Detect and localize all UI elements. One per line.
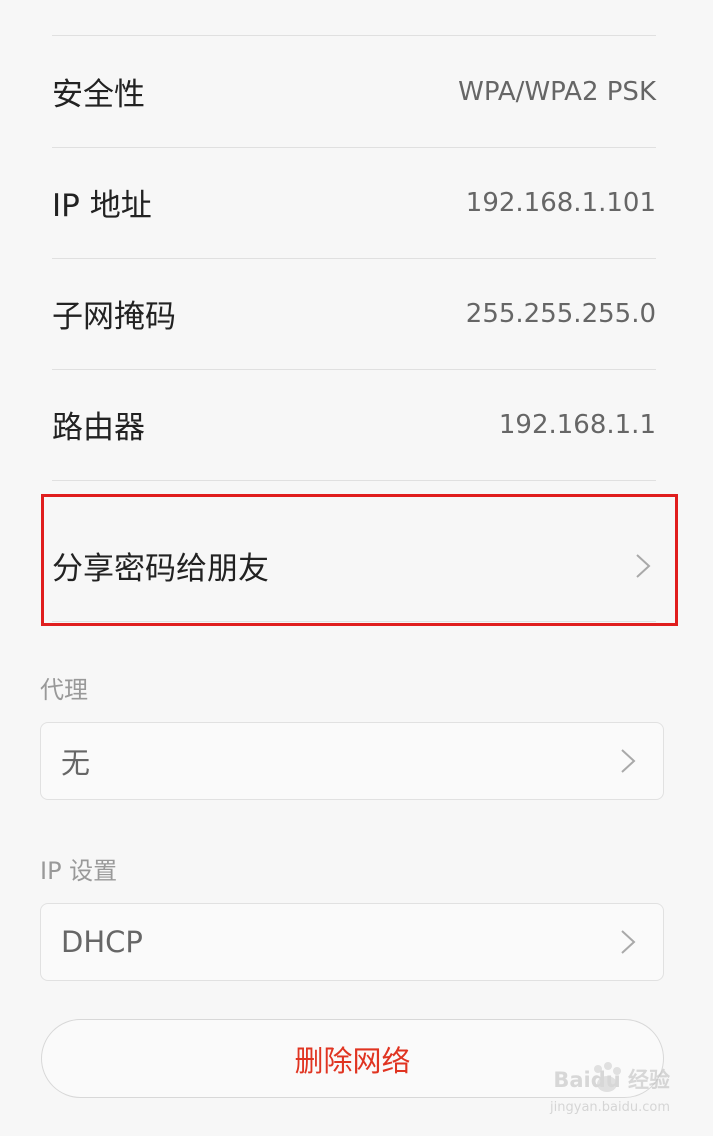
highlight-box — [41, 494, 678, 626]
ip-settings-select[interactable]: DHCP — [40, 903, 664, 981]
proxy-value: 无 — [61, 746, 91, 780]
ip-address-row: IP 地址 192.168.1.101 — [52, 147, 656, 259]
baidu-watermark: Baidu 经验 jingyan.baidu.com — [548, 1060, 678, 1120]
proxy-select[interactable]: 无 — [40, 722, 664, 800]
ip-address-label: IP 地址 — [52, 188, 152, 224]
chevron-right-icon — [621, 930, 636, 954]
ip-settings-section-label: IP 设置 — [40, 857, 118, 885]
proxy-section-label: 代理 — [40, 676, 88, 704]
watermark-url: jingyan.baidu.com — [550, 1100, 670, 1115]
subnet-mask-row: 子网掩码 255.255.255.0 — [52, 258, 656, 370]
ip-settings-value: DHCP — [61, 925, 143, 959]
router-value: 192.168.1.1 — [498, 409, 656, 440]
security-value: WPA/WPA2 PSK — [458, 76, 656, 107]
delete-network-label: 删除网络 — [294, 1043, 411, 1078]
router-row: 路由器 192.168.1.1 — [52, 369, 656, 481]
subnet-mask-label: 子网掩码 — [52, 299, 176, 335]
subnet-mask-value: 255.255.255.0 — [465, 298, 656, 329]
chevron-right-icon — [621, 749, 636, 773]
security-row: 安全性 WPA/WPA2 PSK — [52, 36, 656, 148]
watermark-brand: Baidu 经验 — [553, 1068, 670, 1092]
security-label: 安全性 — [52, 77, 145, 113]
ip-address-value: 192.168.1.101 — [465, 187, 656, 218]
router-label: 路由器 — [52, 410, 145, 446]
